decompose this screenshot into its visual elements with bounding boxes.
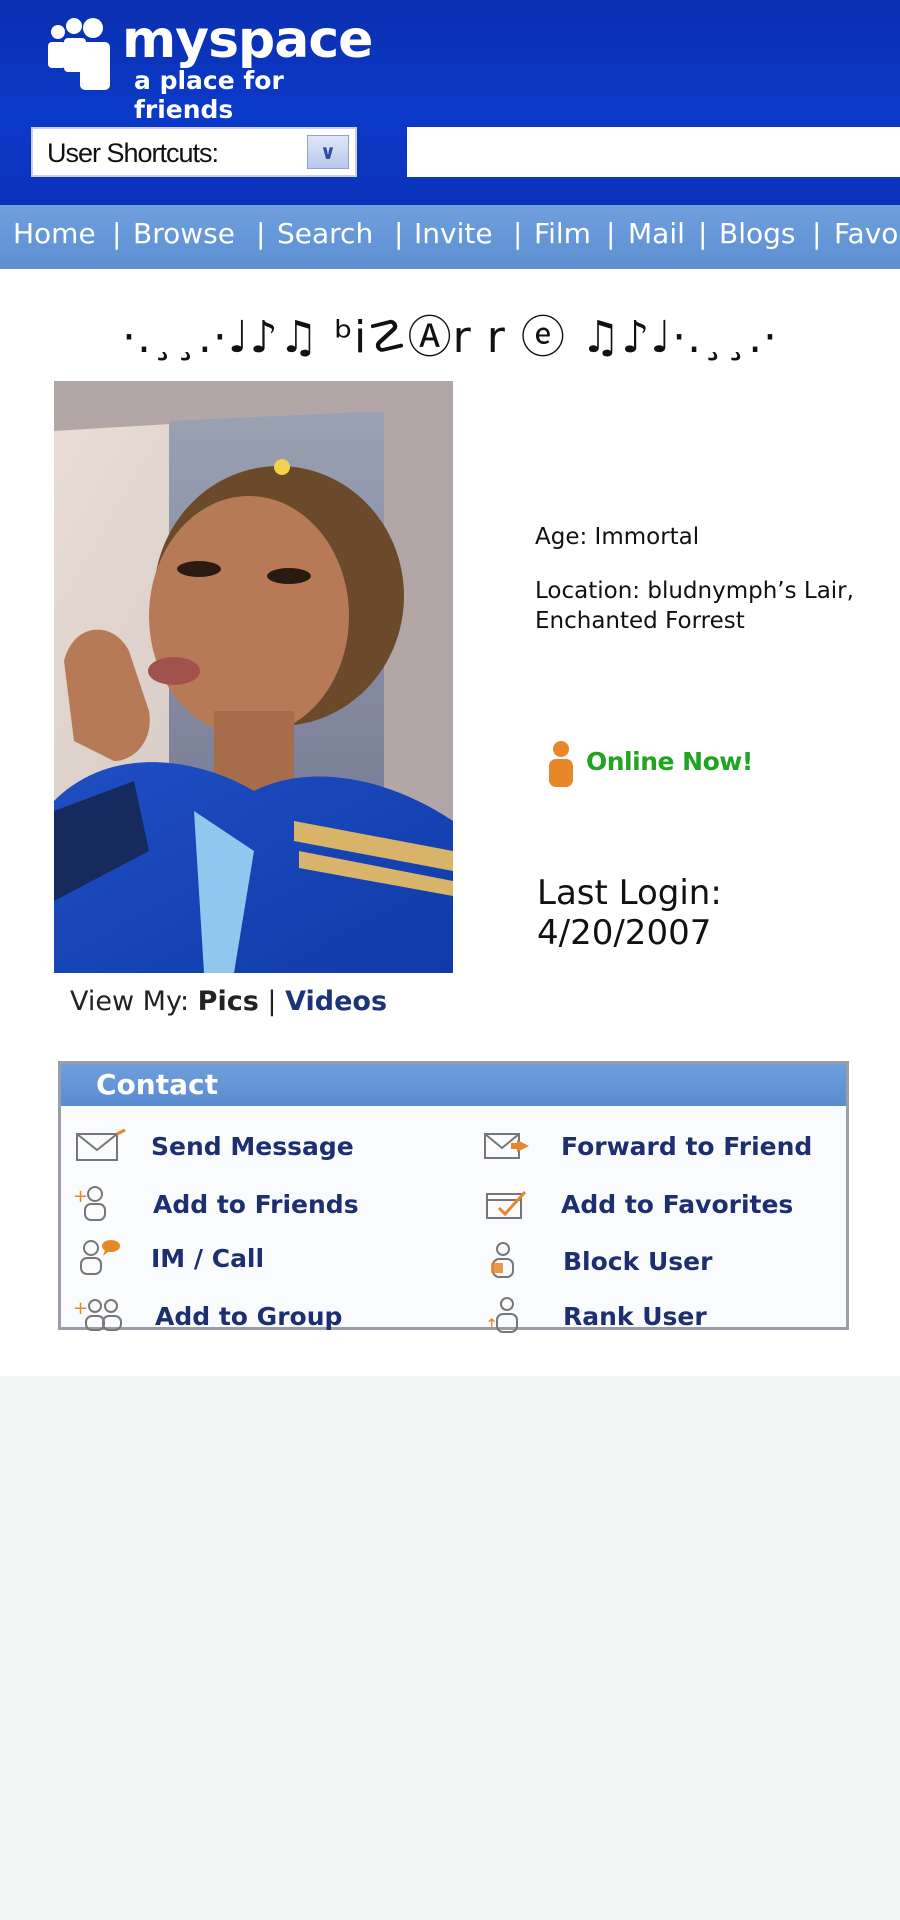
profile-content: ·.¸¸.·♩♪♫ ᵇi☡Ⓐr r ⓔ ♫♪♩·.¸¸.· Age: Immor… — [0, 269, 900, 1376]
nav-separator: | — [112, 217, 122, 250]
chevron-down-icon[interactable]: ∨ — [307, 135, 349, 169]
forward-to-friend-label: Forward to Friend — [561, 1132, 813, 1161]
block-user-label: Block User — [563, 1247, 713, 1276]
add-to-group-label: Add to Group — [155, 1302, 343, 1331]
search-input[interactable] — [407, 127, 900, 177]
nav-separator: | — [698, 217, 708, 250]
add-to-favorites-label: Add to Favorites — [561, 1190, 794, 1219]
nav-invite[interactable]: Invite — [414, 217, 493, 250]
block-user-button[interactable]: Block User — [481, 1239, 851, 1287]
add-to-friends-label: Add to Friends — [153, 1190, 359, 1219]
contact-box: Contact Send Message Forward to Friend +… — [58, 1061, 851, 1334]
online-now-indicator: Online Now! — [546, 739, 776, 789]
user-shortcuts-dropdown[interactable]: User Shortcuts: ∨ — [31, 127, 357, 177]
contact-title: Contact — [96, 1068, 218, 1101]
nav-browse[interactable]: Browse — [133, 217, 235, 250]
logo-tagline: a place for friends — [134, 66, 284, 124]
view-pics-link[interactable]: Pics — [198, 986, 259, 1017]
add-to-favorites-button[interactable]: Add to Favorites — [481, 1182, 851, 1230]
profile-photo[interactable] — [54, 381, 453, 973]
last-login: Last Login: 4/20/2007 — [537, 873, 722, 953]
im-call-label: IM / Call — [151, 1244, 265, 1273]
send-message-button[interactable]: Send Message — [73, 1124, 443, 1172]
add-to-friends-button[interactable]: + Add to Friends — [73, 1182, 443, 1230]
nav-separator: | — [606, 217, 616, 250]
favorites-folder-icon — [486, 1190, 527, 1219]
user-shortcuts-label: User Shortcuts: — [47, 138, 219, 168]
add-friend-icon: + — [73, 1186, 106, 1221]
im-call-button[interactable]: IM / Call — [73, 1236, 443, 1284]
nav-separator: | — [513, 217, 523, 250]
site-header: myspace a place for friends User Shortcu… — [0, 0, 900, 205]
nav-blogs[interactable]: Blogs — [719, 217, 795, 250]
add-group-icon: + — [73, 1298, 122, 1331]
profile-age: Age: Immortal — [535, 524, 700, 550]
rank-user-button[interactable]: ↑ Rank User — [481, 1294, 851, 1342]
online-person-icon — [549, 741, 573, 787]
add-to-group-button[interactable]: + Add to Group — [73, 1294, 443, 1342]
contact-header: Contact — [61, 1064, 846, 1106]
nav-home[interactable]: Home — [13, 217, 96, 250]
myspace-logo[interactable]: myspace a place for friends — [46, 10, 373, 124]
profile-location: Location: bludnymph’s Lair, Enchanted Fo… — [535, 578, 854, 634]
send-message-label: Send Message — [151, 1132, 354, 1161]
nav-mail[interactable]: Mail — [628, 217, 685, 250]
svg-text:↑: ↑ — [485, 1315, 498, 1334]
forward-envelope-icon — [484, 1133, 529, 1159]
nav-separator: | — [812, 217, 822, 250]
nav-separator: | — [256, 217, 266, 250]
nav-favorites[interactable]: Favo — [834, 217, 898, 250]
myspace-people-icon — [48, 18, 110, 90]
svg-text:+: + — [73, 1186, 88, 1207]
rank-user-icon: ↑ — [485, 1297, 518, 1334]
forward-to-friend-button[interactable]: Forward to Friend — [481, 1124, 851, 1172]
view-videos-link[interactable]: Videos — [285, 986, 387, 1017]
svg-text:+: + — [73, 1298, 88, 1319]
main-nav: Home | Browse | Search | Invite | Film |… — [0, 205, 900, 269]
view-my-label: View My: — [70, 986, 190, 1017]
profile-display-name: ·.¸¸.·♩♪♫ ᵇi☡Ⓐr r ⓔ ♫♪♩·.¸¸.· — [121, 312, 779, 363]
rank-user-label: Rank User — [563, 1302, 707, 1331]
nav-film[interactable]: Film — [534, 217, 591, 250]
last-login-label: Last Login: — [537, 873, 722, 913]
nav-search[interactable]: Search — [277, 217, 373, 250]
block-user-icon — [491, 1242, 514, 1278]
profile-photo-image — [54, 381, 453, 973]
view-my-links: View My: Pics | Videos — [70, 986, 387, 1017]
im-call-icon — [80, 1240, 120, 1275]
view-separator: | — [267, 986, 277, 1017]
nav-separator: | — [394, 217, 404, 250]
envelope-icon — [76, 1128, 126, 1161]
logo-wordmark: myspace — [122, 10, 373, 70]
last-login-date: 4/20/2007 — [537, 913, 712, 953]
online-status-text: Online Now! — [586, 747, 753, 776]
